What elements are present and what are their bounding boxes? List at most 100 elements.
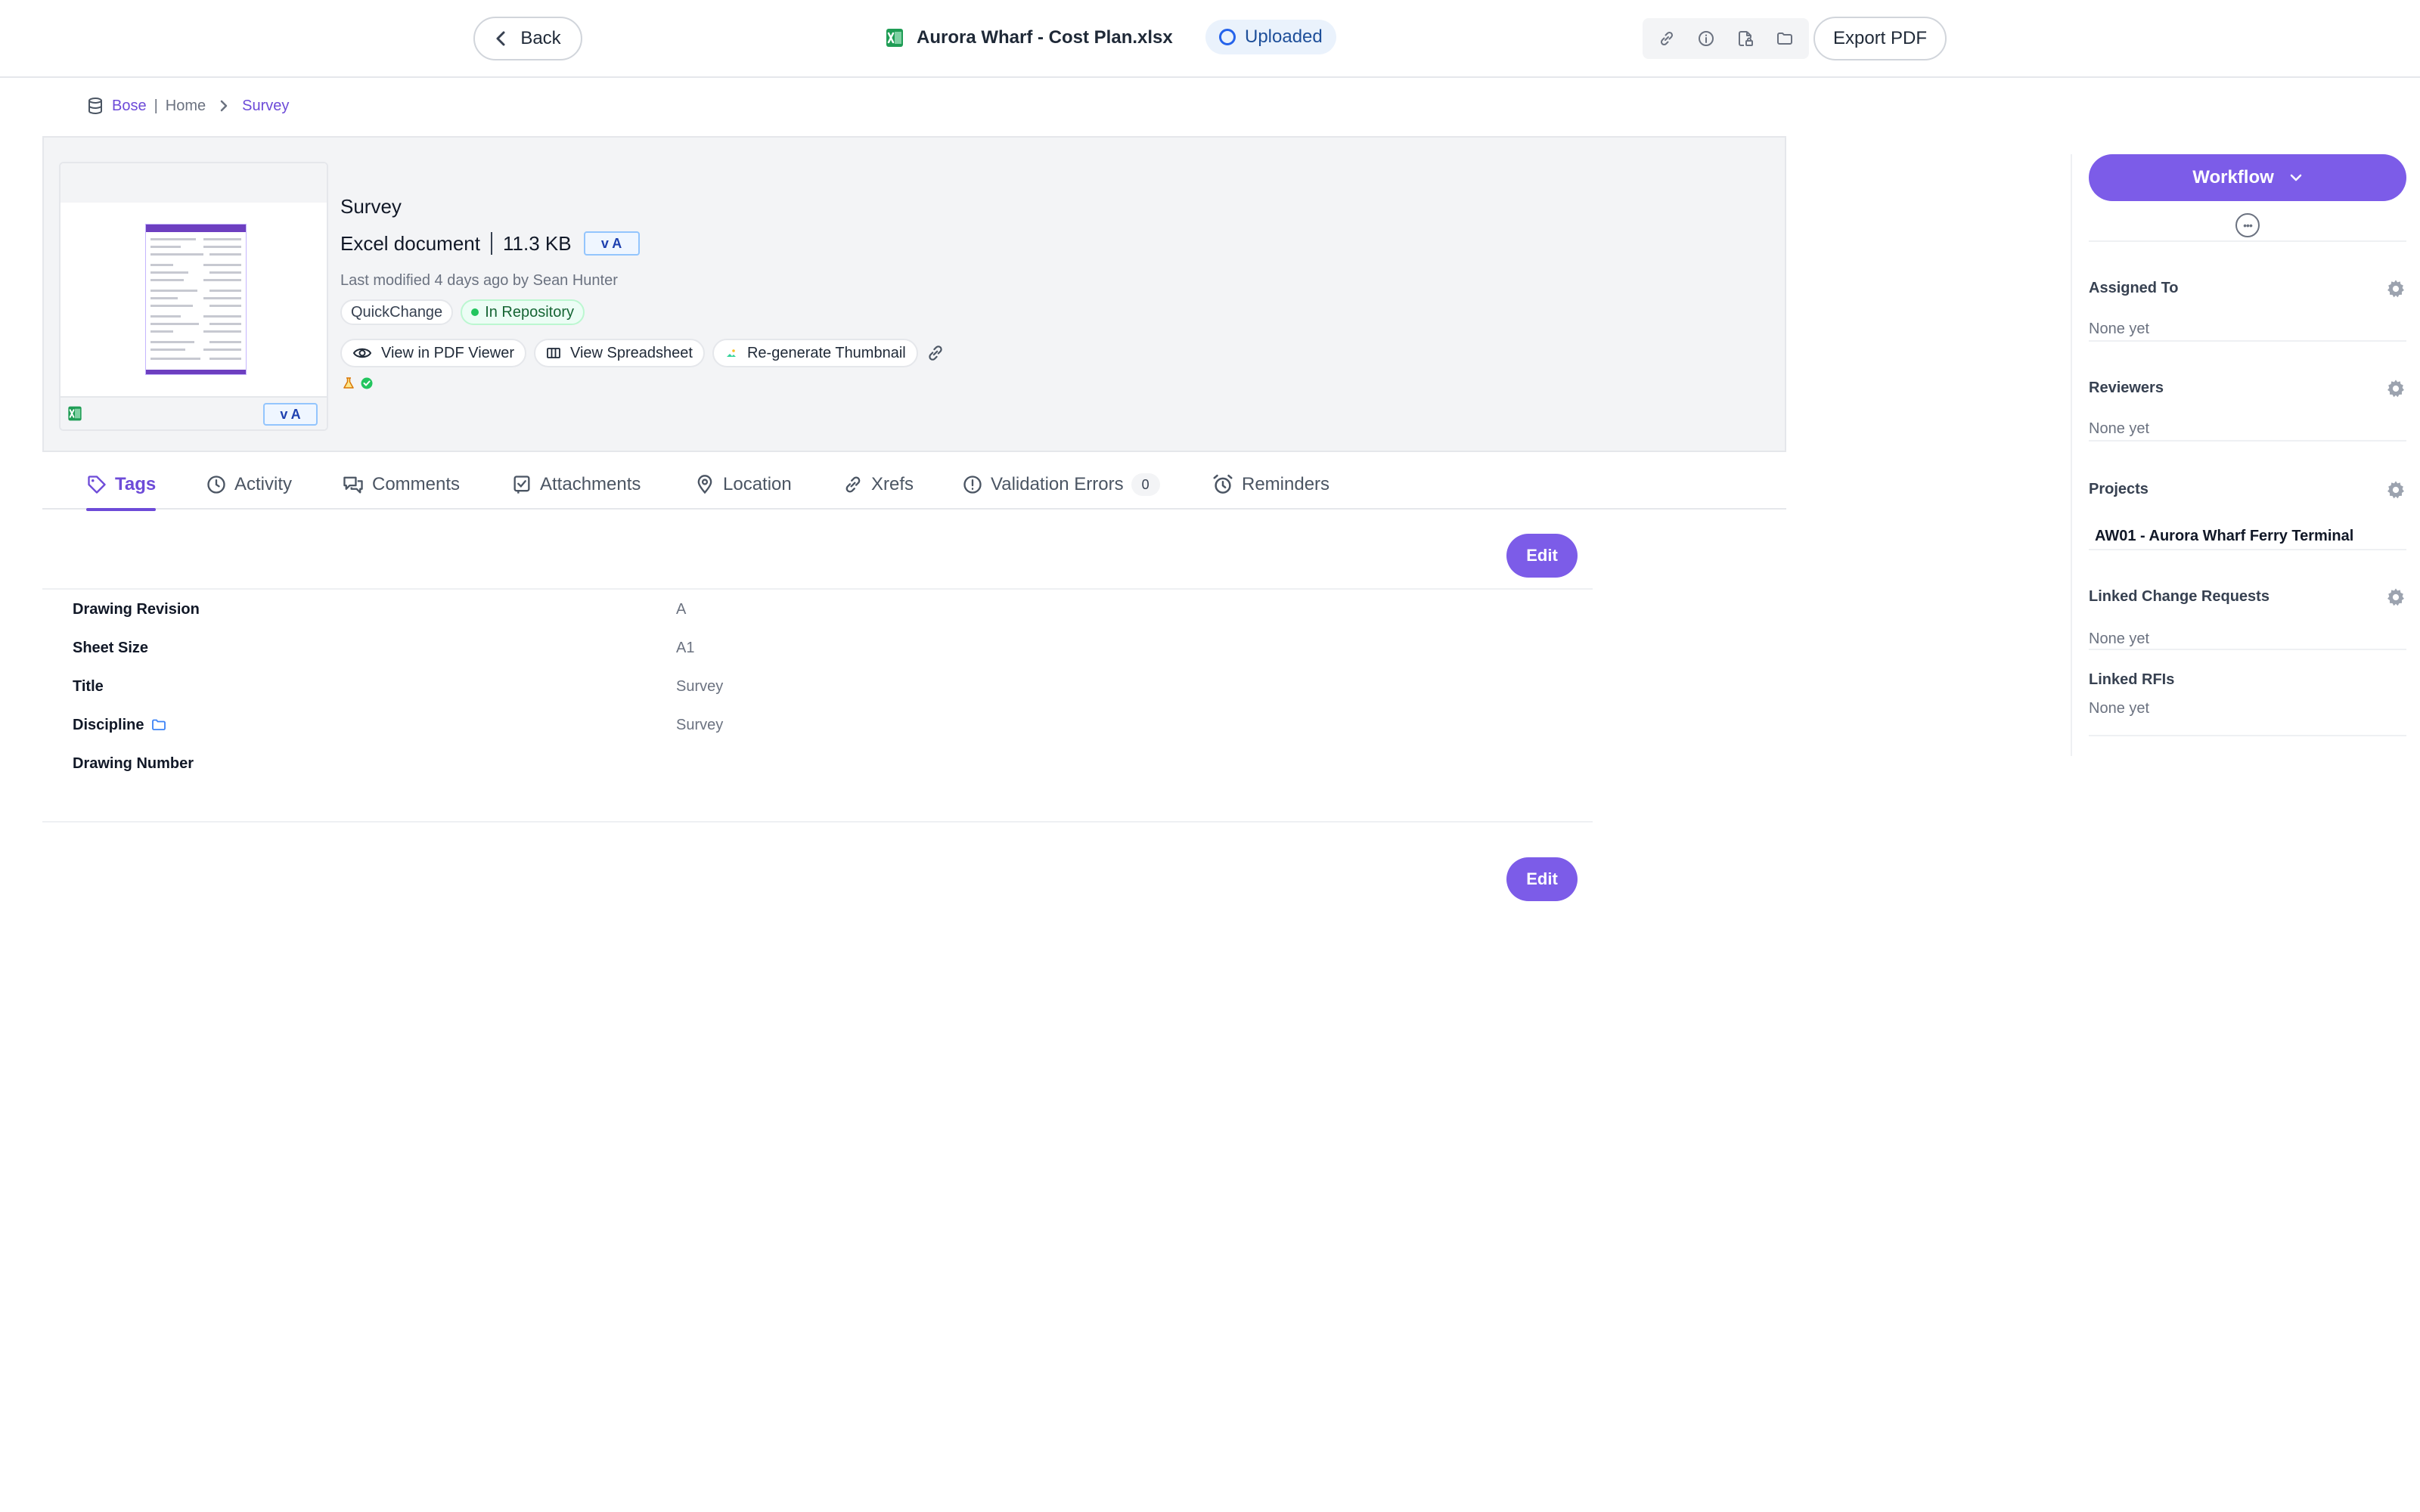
document-tabs: Tags Activity Comments Attachments Locat… [42, 460, 1786, 511]
tab-tags[interactable]: Tags [86, 460, 157, 511]
tab-reminders[interactable]: Reminders [1212, 460, 1329, 510]
excel-file-icon [68, 406, 82, 421]
file-name: Aurora Wharf - Cost Plan.xlsx [917, 27, 1173, 48]
tab-reminders-label: Reminders [1242, 474, 1330, 494]
back-button[interactable]: Back [473, 17, 582, 60]
linked-rfis-section: Linked RFIs None yet [2089, 649, 2406, 736]
more-options-icon[interactable]: ••• [2235, 213, 2260, 237]
section-title: Linked Change Requests [2089, 588, 2270, 605]
edit-tags-button-bottom[interactable]: Edit [1506, 857, 1578, 901]
document-card: v A Survey Excel document 11.3 KB v A La… [42, 136, 1786, 452]
breadcrumb: Bose | Home Survey [86, 97, 289, 115]
chevron-right-icon [220, 100, 228, 112]
tag-row-title: Title Survey [73, 668, 1509, 705]
breadcrumb-current[interactable]: Survey [242, 98, 289, 115]
document-thumbnail[interactable]: v A [59, 162, 328, 431]
spreadsheet-preview-image [145, 224, 247, 375]
workflow-button[interactable]: Workflow [2089, 154, 2406, 201]
image-icon [726, 349, 736, 357]
tab-location[interactable]: Location [694, 460, 792, 510]
gear-icon[interactable] [2385, 278, 2406, 299]
section-value: None yet [2089, 631, 2150, 647]
tab-tags-label: Tags [115, 474, 157, 494]
workflow-label: Workflow [2192, 167, 2274, 187]
top-bar: Back Aurora Wharf - Cost Plan.xlsx Uploa… [0, 0, 2420, 78]
tab-comments[interactable]: Comments [342, 460, 460, 510]
tag-label: Drawing Number [73, 754, 194, 772]
tag-value: A [676, 600, 687, 618]
comments-icon [343, 476, 363, 494]
tag-value: Survey [676, 677, 724, 695]
view-pdf-viewer-button[interactable]: View in PDF Viewer [340, 339, 526, 367]
tag-label-discipline: Discipline [73, 717, 676, 734]
table-columns-icon [547, 348, 560, 358]
tab-validation-errors[interactable]: Validation Errors 0 [962, 460, 1160, 510]
attachment-icon [513, 476, 530, 494]
status-badge: Uploaded [1205, 20, 1336, 54]
section-value: None yet [2089, 321, 2150, 337]
linked-change-requests-section: Linked Change Requests None yet [2089, 549, 2406, 649]
quickchange-chip[interactable]: QuickChange [340, 299, 454, 325]
repository-status-label: In Repository [485, 303, 575, 321]
breadcrumb-root-home[interactable]: Home [166, 98, 206, 115]
tag-label: Sheet Size [73, 639, 149, 656]
tab-activity-label: Activity [234, 474, 293, 494]
section-value: None yet [2089, 700, 2150, 717]
thumbnail-header [60, 163, 327, 203]
divider [490, 232, 492, 255]
eye-icon [352, 348, 372, 358]
view-spreadsheet-button[interactable]: View Spreadsheet [534, 339, 705, 367]
version-badge: v A [583, 231, 640, 256]
edit-tags-button[interactable]: Edit [1506, 534, 1578, 578]
back-label: Back [520, 28, 561, 48]
section-value: None yet [2089, 420, 2150, 437]
gear-icon[interactable] [2385, 479, 2406, 500]
projects-section: Projects AW01 - Aurora Wharf Ferry Termi… [2089, 440, 2406, 549]
file-title: Aurora Wharf - Cost Plan.xlsx [885, 23, 1173, 53]
tag-label: Title [73, 677, 104, 695]
info-icon[interactable] [1692, 25, 1720, 52]
folder-icon[interactable] [1771, 25, 1798, 52]
tag-label: Discipline [73, 716, 144, 733]
section-title: Projects [2089, 481, 2149, 497]
status-label: Uploaded [1245, 26, 1323, 47]
folder-icon[interactable] [151, 718, 166, 732]
link-icon[interactable] [926, 343, 945, 363]
file-lock-icon[interactable] [1732, 25, 1759, 52]
view-pdf-viewer-label: View in PDF Viewer [381, 344, 514, 361]
thumbnail-footer: v A [60, 396, 327, 429]
reviewers-section: Reviewers None yet [2089, 340, 2406, 440]
tab-attachments[interactable]: Attachments [511, 460, 641, 510]
document-type-row: Excel document 11.3 KB v A [340, 231, 640, 256]
tab-location-label: Location [723, 474, 792, 494]
repository-status-chip: In Repository [461, 299, 585, 325]
project-link[interactable]: AW01 - Aurora Wharf Ferry Terminal [2095, 528, 2353, 545]
breadcrumb-root-separator: | [154, 97, 158, 114]
breadcrumb-root-link[interactable]: Bose [112, 98, 147, 115]
version-badge: v A [263, 403, 318, 426]
tab-activity[interactable]: Activity [206, 460, 292, 510]
circle-status-icon [1219, 29, 1236, 45]
alert-circle-icon [963, 476, 982, 494]
section-title: Assigned To [2089, 280, 2179, 296]
document-actions: View in PDF Viewer View Spreadsheet Re-g… [340, 339, 945, 367]
document-type: Excel document [340, 231, 480, 255]
chevron-down-icon [2290, 174, 2302, 181]
clock-icon [207, 476, 225, 494]
check-circle-icon [361, 377, 373, 389]
export-pdf-button[interactable]: Export PDF [1813, 17, 1947, 60]
validation-errors-count: 0 [1131, 473, 1160, 496]
gear-icon[interactable] [2385, 378, 2406, 399]
regenerate-thumbnail-button[interactable]: Re-generate Thumbnail [712, 339, 918, 367]
divider [42, 821, 1593, 823]
tag-icon [88, 476, 106, 494]
link-icon [845, 476, 861, 493]
document-size: 11.3 KB [502, 231, 572, 255]
document-chips: QuickChange In Repository [340, 299, 585, 325]
tab-xrefs[interactable]: Xrefs [842, 460, 914, 510]
section-title: Linked RFIs [2089, 671, 2175, 688]
link-icon[interactable] [1653, 25, 1680, 52]
tab-comments-label: Comments [372, 474, 461, 494]
regenerate-thumbnail-label: Re-generate Thumbnail [746, 344, 906, 361]
gear-icon[interactable] [2385, 587, 2406, 608]
